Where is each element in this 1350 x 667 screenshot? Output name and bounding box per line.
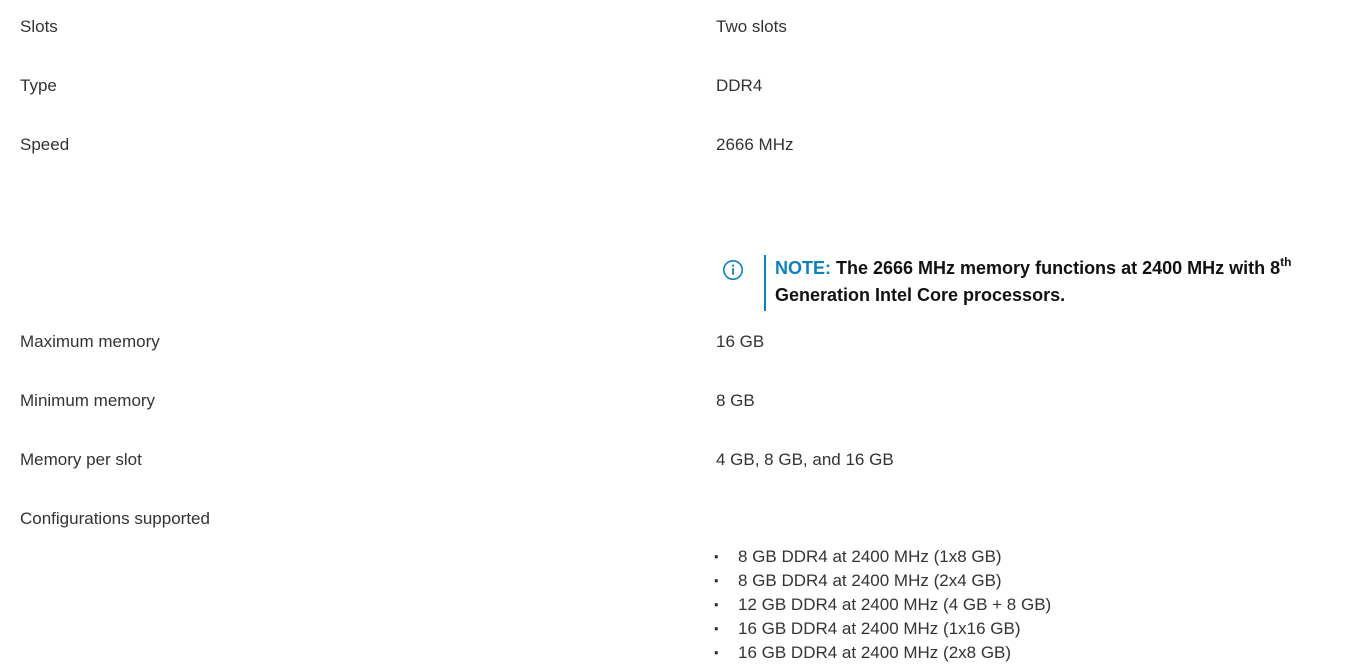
- spec-value: 8 GB: [716, 391, 755, 410]
- note-prefix: NOTE:: [775, 258, 831, 278]
- speed-note: NOTE: The 2666 MHz memory functions at 2…: [722, 255, 1342, 311]
- bullet: •: [714, 621, 719, 636]
- info-circle-icon: [723, 260, 743, 280]
- spec-label: Slots: [20, 17, 58, 36]
- spec-value: Two slots: [716, 17, 787, 36]
- spec-label: Speed: [20, 135, 70, 154]
- list-item: • 8 GB DDR4 at 2400 MHz (2x4 GB): [714, 571, 1002, 590]
- spec-value: 16 GB: [716, 332, 765, 351]
- list-item: • 8 GB DDR4 at 2400 MHz (1x8 GB): [714, 547, 1002, 566]
- spec-value: DDR4: [716, 76, 763, 95]
- configurations-list: • 8 GB DDR4 at 2400 MHz (1x8 GB) • 8 GB DD…: [714, 547, 1051, 667]
- note-divider: [764, 255, 766, 311]
- bullet: •: [714, 573, 719, 588]
- spec-label: Memory per slot: [20, 450, 142, 469]
- note-body-end: Generation Intel Core processors.: [775, 285, 1066, 305]
- note-text: NOTE: The 2666 MHz memory functions at 2…: [775, 255, 1345, 309]
- list-item: • 16 GB DDR4 at 2400 MHz (2x8 GB): [714, 643, 1012, 662]
- spec-value: 2666 MHz: [716, 135, 794, 154]
- note-superscript: th: [1280, 255, 1292, 269]
- spec-label: Configurations supported: [20, 509, 210, 528]
- bullet: •: [714, 549, 719, 564]
- spec-label: Type: [20, 76, 57, 95]
- note-body-start: The 2666 MHz memory functions at 2400 MH…: [831, 258, 1281, 278]
- spec-value: 4 GB, 8 GB, and 16 GB: [716, 450, 894, 469]
- spec-label: Maximum memory: [20, 332, 160, 351]
- spec-label: Minimum memory: [20, 391, 156, 410]
- bullet: •: [714, 597, 719, 612]
- list-item: • 16 GB DDR4 at 2400 MHz (1x16 GB): [714, 619, 1021, 638]
- list-item: • 12 GB DDR4 at 2400 MHz (4 GB + 8 GB): [714, 595, 1052, 614]
- bullet: •: [714, 645, 719, 660]
